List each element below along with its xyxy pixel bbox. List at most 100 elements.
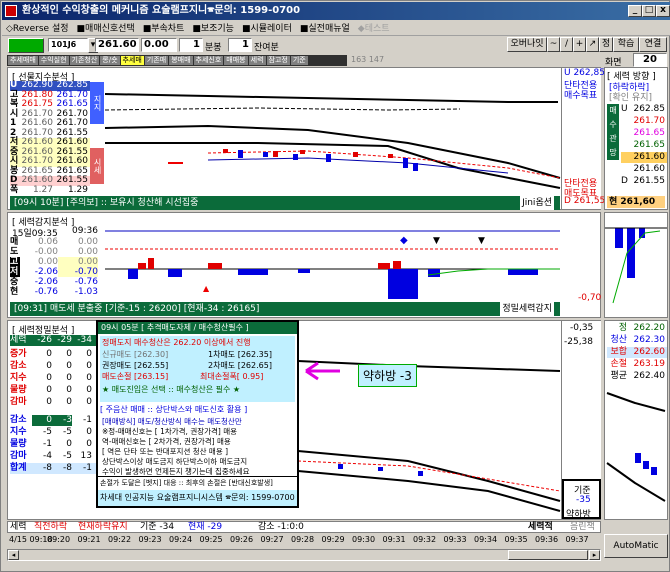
- bottom-right: 세력적: [528, 522, 553, 532]
- menu-subchart[interactable]: ■부속차트: [143, 21, 185, 34]
- unit-input[interactable]: 1: [179, 38, 203, 52]
- precision-row: 합계 -8 -8 -1: [10, 463, 96, 474]
- direction-row: 261.65: [633, 140, 666, 150]
- qty-label: 잔여분: [254, 43, 279, 53]
- svg-text:▼: ▼: [478, 236, 485, 246]
- direction-row: D 261.55: [621, 176, 665, 186]
- support-tag: 지지: [90, 82, 104, 124]
- qty-input[interactable]: 1: [228, 38, 252, 52]
- mini-trend-svg: [606, 392, 666, 502]
- stats-panel: 정 262.20 청산 262.30 보합 262.60 손절 263.19 평균 262.40: [604, 320, 668, 520]
- info-main: 정매도지 매수청산은 262.20 이상에서 진행 신규매도 [262.30] …: [100, 336, 295, 402]
- app-icon: [5, 5, 17, 17]
- menu-test[interactable]: ◆테스트: [358, 21, 390, 34]
- connect-button[interactable]: 연결: [639, 37, 667, 52]
- bottom-mid: 감소 -1:0:0: [258, 522, 304, 532]
- overnight-button[interactable]: 오버나잇: [507, 37, 547, 52]
- strip-item-active[interactable]: 추세매: [120, 56, 144, 65]
- strip-item[interactable]: 롱/숏: [100, 56, 120, 65]
- time-tick: 09:20: [47, 535, 71, 544]
- force-row: 도 -0.00 0.00: [10, 247, 103, 257]
- bottom-current: 현재하락유지: [78, 522, 128, 532]
- strip-item[interactable]: 세력: [248, 56, 266, 65]
- precision-header: 세력 -26 -29 -34: [10, 335, 96, 346]
- tilde-button[interactable]: ~: [547, 37, 560, 52]
- strip-item[interactable]: 잠고정: [266, 56, 290, 65]
- stat-row: 평균 262.40: [607, 371, 667, 382]
- jeong-button[interactable]: 정: [599, 37, 613, 52]
- base-box: 기준 -35 약하방: [562, 479, 601, 520]
- current-price: 현 261,60: [607, 196, 665, 208]
- direction-row: 261.65: [633, 128, 666, 138]
- time-tick: 09:32: [413, 535, 437, 544]
- direction-tag2: [확인 유지]: [609, 93, 653, 103]
- info-line1: 정매도지 매수청산은 262.20 이상에서 진행: [102, 338, 251, 347]
- strip-item[interactable]: 수익실현: [38, 56, 69, 65]
- horizontal-scrollbar[interactable]: ◂ ▸: [7, 549, 601, 561]
- code-input[interactable]: 101J6: [48, 38, 88, 52]
- direction-caption: 약하방 -3: [358, 364, 417, 387]
- app-window: 환상적인 수익창출의 메커니즘 요술램프지니🕿문의: 1599-0700 _ □…: [0, 0, 670, 572]
- info-foot1: 손절가 도달은 [벳지] 대응 :: 최후의 손절은 [반대신호발생]: [98, 476, 297, 488]
- slash-button[interactable]: /: [560, 37, 573, 52]
- strip-item[interactable]: 기존청산: [69, 56, 100, 65]
- learn-button[interactable]: 학습: [613, 37, 639, 52]
- bottom-right-btn[interactable]: 음린책: [570, 522, 595, 532]
- resistance-tag: 시세: [90, 148, 104, 184]
- strip-item[interactable]: 기존매: [144, 56, 169, 65]
- upper-label-2: 매수목표: [564, 91, 598, 101]
- strip-item[interactable]: 기준: [290, 56, 308, 65]
- mini-force-svg: [605, 227, 667, 304]
- direction-row: 261.60: [633, 164, 666, 174]
- direction-panel: [ 세력 방향 ] [하락하락] [확인 유지] 매수관망 U 262.85 261…: [604, 67, 668, 210]
- force-row: 현 -0.76 -1.03: [10, 287, 103, 297]
- window-title: 환상적인 수익창출의 메커니즘 요술램프지니🕿문의: 1599-0700: [22, 5, 301, 16]
- strip-item[interactable]: 매매봉: [224, 56, 248, 65]
- stat-row: 청산 262.30: [607, 335, 667, 346]
- menu-bar: ◇Reverse 설정 ■매매신호선택 ■부속차트 ■보조기능 ■시뮬레이터 ■…: [2, 20, 670, 36]
- precision-row: 지수 0 0 0: [10, 373, 92, 383]
- direction-row: U 262.85: [621, 104, 665, 114]
- box-title: [ 주음산 매매 :: 상단박스와 매도신호 활용 ]: [100, 405, 248, 414]
- plus-button[interactable]: +: [573, 37, 586, 52]
- info-line2: ★ 매도진입은 선택 :: 매수청산은 필수 ★: [102, 385, 241, 394]
- scroll-thumb[interactable]: [508, 550, 588, 560]
- first-sell: 1차매도 [262.35]: [208, 350, 272, 359]
- menu-reverse[interactable]: ◇Reverse 설정: [6, 21, 69, 34]
- menu-manual[interactable]: ■실전매뉴얼: [300, 21, 350, 34]
- chart-type-button[interactable]: [8, 38, 44, 53]
- upper-target: U 262,85: [564, 68, 605, 78]
- recommend-sell: 권장매도 [262.55]: [102, 361, 169, 370]
- chart1-status-bar: [09시 10분] [주의보] :: 보유시 청산해 시선집중 Jini옵션: [10, 196, 560, 210]
- force-row: 중 -2.06 -0.76: [10, 277, 103, 287]
- bottom-force: 세력: [10, 522, 27, 532]
- lower-target: D 261,55: [564, 196, 606, 206]
- close-button[interactable]: x: [656, 5, 670, 17]
- strip-item[interactable]: 추세신호: [193, 56, 224, 65]
- unit-label: 분봉: [205, 43, 222, 53]
- force-status-bar: [09:31] 매도세 분출중 [기준-15 : 26200] [현재-34 :…: [10, 302, 560, 316]
- screen-number[interactable]: 20: [633, 53, 667, 67]
- chart1-axis: U 262,85 단타전용 매수목표 단타전용 매도목표 D 261,55: [561, 68, 605, 209]
- strip-readout: 163 147: [351, 55, 385, 64]
- precision-row: 감마 -4 -5 13: [10, 451, 92, 461]
- automatic-button[interactable]: AutoMatic: [604, 534, 668, 558]
- strip-item[interactable]: 추세매매: [8, 56, 38, 65]
- minimize-button[interactable]: _: [628, 5, 642, 17]
- precision-row: 물량 0 0 0: [10, 385, 92, 395]
- menu-simulator[interactable]: ■시뮬레이터: [242, 21, 292, 34]
- bottom-prev: 직전하락: [34, 522, 68, 532]
- menu-aux[interactable]: ■보조기능: [192, 21, 234, 34]
- time-tick: 09:23: [138, 535, 162, 544]
- scroll-right-icon[interactable]: ▸: [589, 550, 600, 560]
- maximize-button[interactable]: □: [642, 5, 656, 17]
- futures-row: 폭 1.27 1.29: [10, 184, 90, 195]
- stop-loss: 매도손절 [263.15]: [102, 372, 169, 381]
- arrow-button[interactable]: ↗: [586, 37, 599, 52]
- menu-signal[interactable]: ■매매신호선택: [77, 21, 135, 34]
- scroll-left-icon[interactable]: ◂: [8, 550, 19, 560]
- force-value: -0,70: [578, 293, 602, 303]
- strip-item[interactable]: 봉매매: [169, 56, 193, 65]
- time-tick: 09:30: [352, 535, 376, 544]
- force-row: 매 0.06 0.00: [10, 237, 103, 247]
